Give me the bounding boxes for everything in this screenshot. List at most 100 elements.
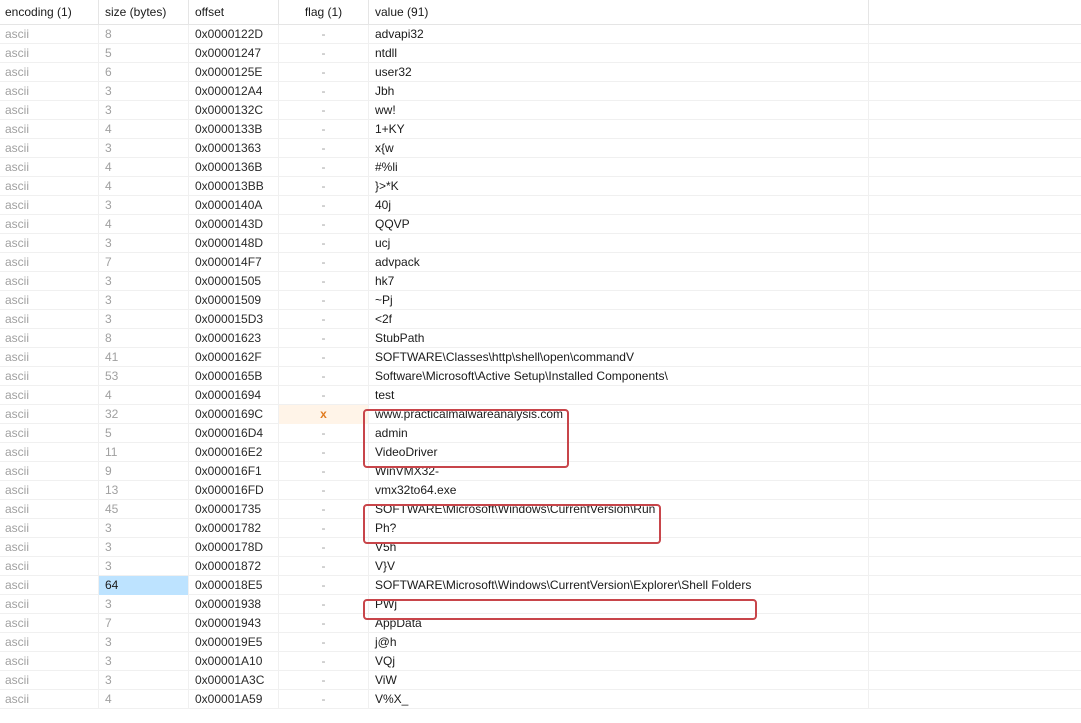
column-header-value[interactable]: value (91) bbox=[369, 0, 869, 24]
row-filler bbox=[869, 462, 1081, 481]
cell-offset: 0x00001694 bbox=[189, 386, 279, 405]
table-row[interactable]: ascii 3 0x00001A10- VQj bbox=[0, 652, 1081, 671]
column-header-offset[interactable]: offset bbox=[189, 0, 279, 24]
cell-offset: 0x00001938 bbox=[189, 595, 279, 614]
table-row[interactable]: ascii 3 0x00001509- ~Pj bbox=[0, 291, 1081, 310]
cell-encoding: ascii bbox=[0, 215, 99, 234]
cell-value: AppData bbox=[369, 614, 869, 633]
table-row[interactable]: ascii 4 0x0000136B - #%li bbox=[0, 158, 1081, 177]
table-row[interactable]: ascii 3 0x00001505- hk7 bbox=[0, 272, 1081, 291]
table-row[interactable]: ascii 3 0x00001872- V}V bbox=[0, 557, 1081, 576]
cell-offset: 0x0000148D bbox=[189, 234, 279, 253]
cell-flag: - bbox=[279, 652, 369, 671]
cell-value: 1+KY bbox=[369, 120, 869, 139]
cell-offset: 0x00001A10 bbox=[189, 652, 279, 671]
cell-offset: 0x00001247 bbox=[189, 44, 279, 63]
table-row[interactable]: ascii 5 0x000016D4- admin bbox=[0, 424, 1081, 443]
table-row[interactable]: ascii 64 0x000018E5- SOFTWARE\Microsoft\Win… bbox=[0, 576, 1081, 595]
cell-flag: x bbox=[279, 405, 369, 424]
table-row[interactable]: ascii 9 0x000016F1- WinVMX32- bbox=[0, 462, 1081, 481]
cell-flag: - bbox=[279, 253, 369, 272]
cell-size: 11 bbox=[99, 443, 189, 462]
cell-size: 4 bbox=[99, 690, 189, 709]
table-row[interactable]: ascii 11 0x000016E2- VideoDriver bbox=[0, 443, 1081, 462]
cell-encoding: ascii bbox=[0, 633, 99, 652]
cell-encoding: ascii bbox=[0, 500, 99, 519]
table-row[interactable]: ascii 3 0x00001363- x{w bbox=[0, 139, 1081, 158]
cell-value: advapi32 bbox=[369, 25, 869, 44]
column-header-flag[interactable]: flag (1) bbox=[279, 0, 369, 24]
column-header-encoding[interactable]: encoding (1) bbox=[0, 0, 99, 24]
cell-offset: 0x00001363 bbox=[189, 139, 279, 158]
cell-flag: - bbox=[279, 329, 369, 348]
cell-value: test bbox=[369, 386, 869, 405]
cell-value: admin bbox=[369, 424, 869, 443]
table-row[interactable]: ascii 3 0x00001782- Ph? bbox=[0, 519, 1081, 538]
row-filler bbox=[869, 82, 1081, 101]
cell-encoding: ascii bbox=[0, 671, 99, 690]
cell-encoding: ascii bbox=[0, 538, 99, 557]
row-filler bbox=[869, 348, 1081, 367]
table-row[interactable]: ascii 4 0x00001694- test bbox=[0, 386, 1081, 405]
row-filler bbox=[869, 63, 1081, 82]
cell-flag: - bbox=[279, 120, 369, 139]
cell-value: PWj bbox=[369, 595, 869, 614]
cell-offset: 0x000016E2 bbox=[189, 443, 279, 462]
table-row[interactable]: ascii 3 0x000015D3- <2f bbox=[0, 310, 1081, 329]
table-row[interactable]: ascii 6 0x0000125E - user32 bbox=[0, 63, 1081, 82]
cell-size: 8 bbox=[99, 329, 189, 348]
cell-encoding: ascii bbox=[0, 272, 99, 291]
cell-encoding: ascii bbox=[0, 291, 99, 310]
cell-offset: 0x00001735 bbox=[189, 500, 279, 519]
table-row[interactable]: ascii 3 0x000019E5- j@h bbox=[0, 633, 1081, 652]
cell-offset: 0x00001A3C bbox=[189, 671, 279, 690]
cell-value: ww! bbox=[369, 101, 869, 120]
cell-size: 13 bbox=[99, 481, 189, 500]
cell-flag: - bbox=[279, 519, 369, 538]
table-row[interactable]: ascii 4 0x0000143D - QQVP bbox=[0, 215, 1081, 234]
cell-size: 3 bbox=[99, 538, 189, 557]
cell-encoding: ascii bbox=[0, 158, 99, 177]
table-row[interactable]: ascii 3 0x00001A3C - ViW bbox=[0, 671, 1081, 690]
cell-size: 5 bbox=[99, 44, 189, 63]
table-row[interactable]: ascii 45 0x00001735- SOFTWARE\Microsoft\Win… bbox=[0, 500, 1081, 519]
table-row[interactable]: ascii 4 0x000013BB -}>*K bbox=[0, 177, 1081, 196]
table-row[interactable]: ascii 3 0x0000140A -40j bbox=[0, 196, 1081, 215]
row-filler bbox=[869, 177, 1081, 196]
table-row[interactable]: ascii 5 0x00001247- ntdll bbox=[0, 44, 1081, 63]
table-row[interactable]: ascii 3 0x0000148D - ucj bbox=[0, 234, 1081, 253]
cell-size: 3 bbox=[99, 595, 189, 614]
cell-offset: 0x00001505 bbox=[189, 272, 279, 291]
table-row[interactable]: ascii 7 0x00001943- AppData bbox=[0, 614, 1081, 633]
table-row[interactable]: ascii 13 0x000016FD - vmx32to64.exe bbox=[0, 481, 1081, 500]
table-row[interactable]: ascii 3 0x000012A4- Jbh bbox=[0, 82, 1081, 101]
table-row[interactable]: ascii 3 0x00001938- PWj bbox=[0, 595, 1081, 614]
table-row[interactable]: ascii 8 0x00001623- StubPath bbox=[0, 329, 1081, 348]
cell-encoding: ascii bbox=[0, 519, 99, 538]
cell-size: 4 bbox=[99, 215, 189, 234]
cell-encoding: ascii bbox=[0, 25, 99, 44]
table-row[interactable]: ascii 4 0x00001A59- V%X_ bbox=[0, 690, 1081, 709]
column-header-size[interactable]: size (bytes) bbox=[99, 0, 189, 24]
cell-encoding: ascii bbox=[0, 101, 99, 120]
table-row[interactable]: ascii 53 0x0000165B - Software\Microsoft\Act… bbox=[0, 367, 1081, 386]
table-row[interactable]: ascii 3 0x0000132C - ww! bbox=[0, 101, 1081, 120]
cell-value: SOFTWARE\Microsoft\Windows\CurrentVersio… bbox=[369, 576, 869, 595]
cell-encoding: ascii bbox=[0, 481, 99, 500]
cell-value: user32 bbox=[369, 63, 869, 82]
row-filler bbox=[869, 595, 1081, 614]
table-row[interactable]: ascii 32 0x0000169C x www.practicalmalwarean… bbox=[0, 405, 1081, 424]
cell-flag: - bbox=[279, 614, 369, 633]
row-filler bbox=[869, 215, 1081, 234]
row-filler bbox=[869, 272, 1081, 291]
cell-value: SOFTWARE\Classes\http\shell\open\command… bbox=[369, 348, 869, 367]
table-row[interactable]: ascii 8 0x0000122D - advapi32 bbox=[0, 25, 1081, 44]
cell-flag: - bbox=[279, 101, 369, 120]
table-row[interactable]: ascii 3 0x0000178D - V5h bbox=[0, 538, 1081, 557]
cell-size: 9 bbox=[99, 462, 189, 481]
cell-size: 5 bbox=[99, 424, 189, 443]
table-row[interactable]: ascii 41 0x0000162F - SOFTWARE\Classes\http\… bbox=[0, 348, 1081, 367]
cell-flag: - bbox=[279, 25, 369, 44]
table-row[interactable]: ascii 7 0x000014F7- advpack bbox=[0, 253, 1081, 272]
table-row[interactable]: ascii 4 0x0000133B -1+KY bbox=[0, 120, 1081, 139]
